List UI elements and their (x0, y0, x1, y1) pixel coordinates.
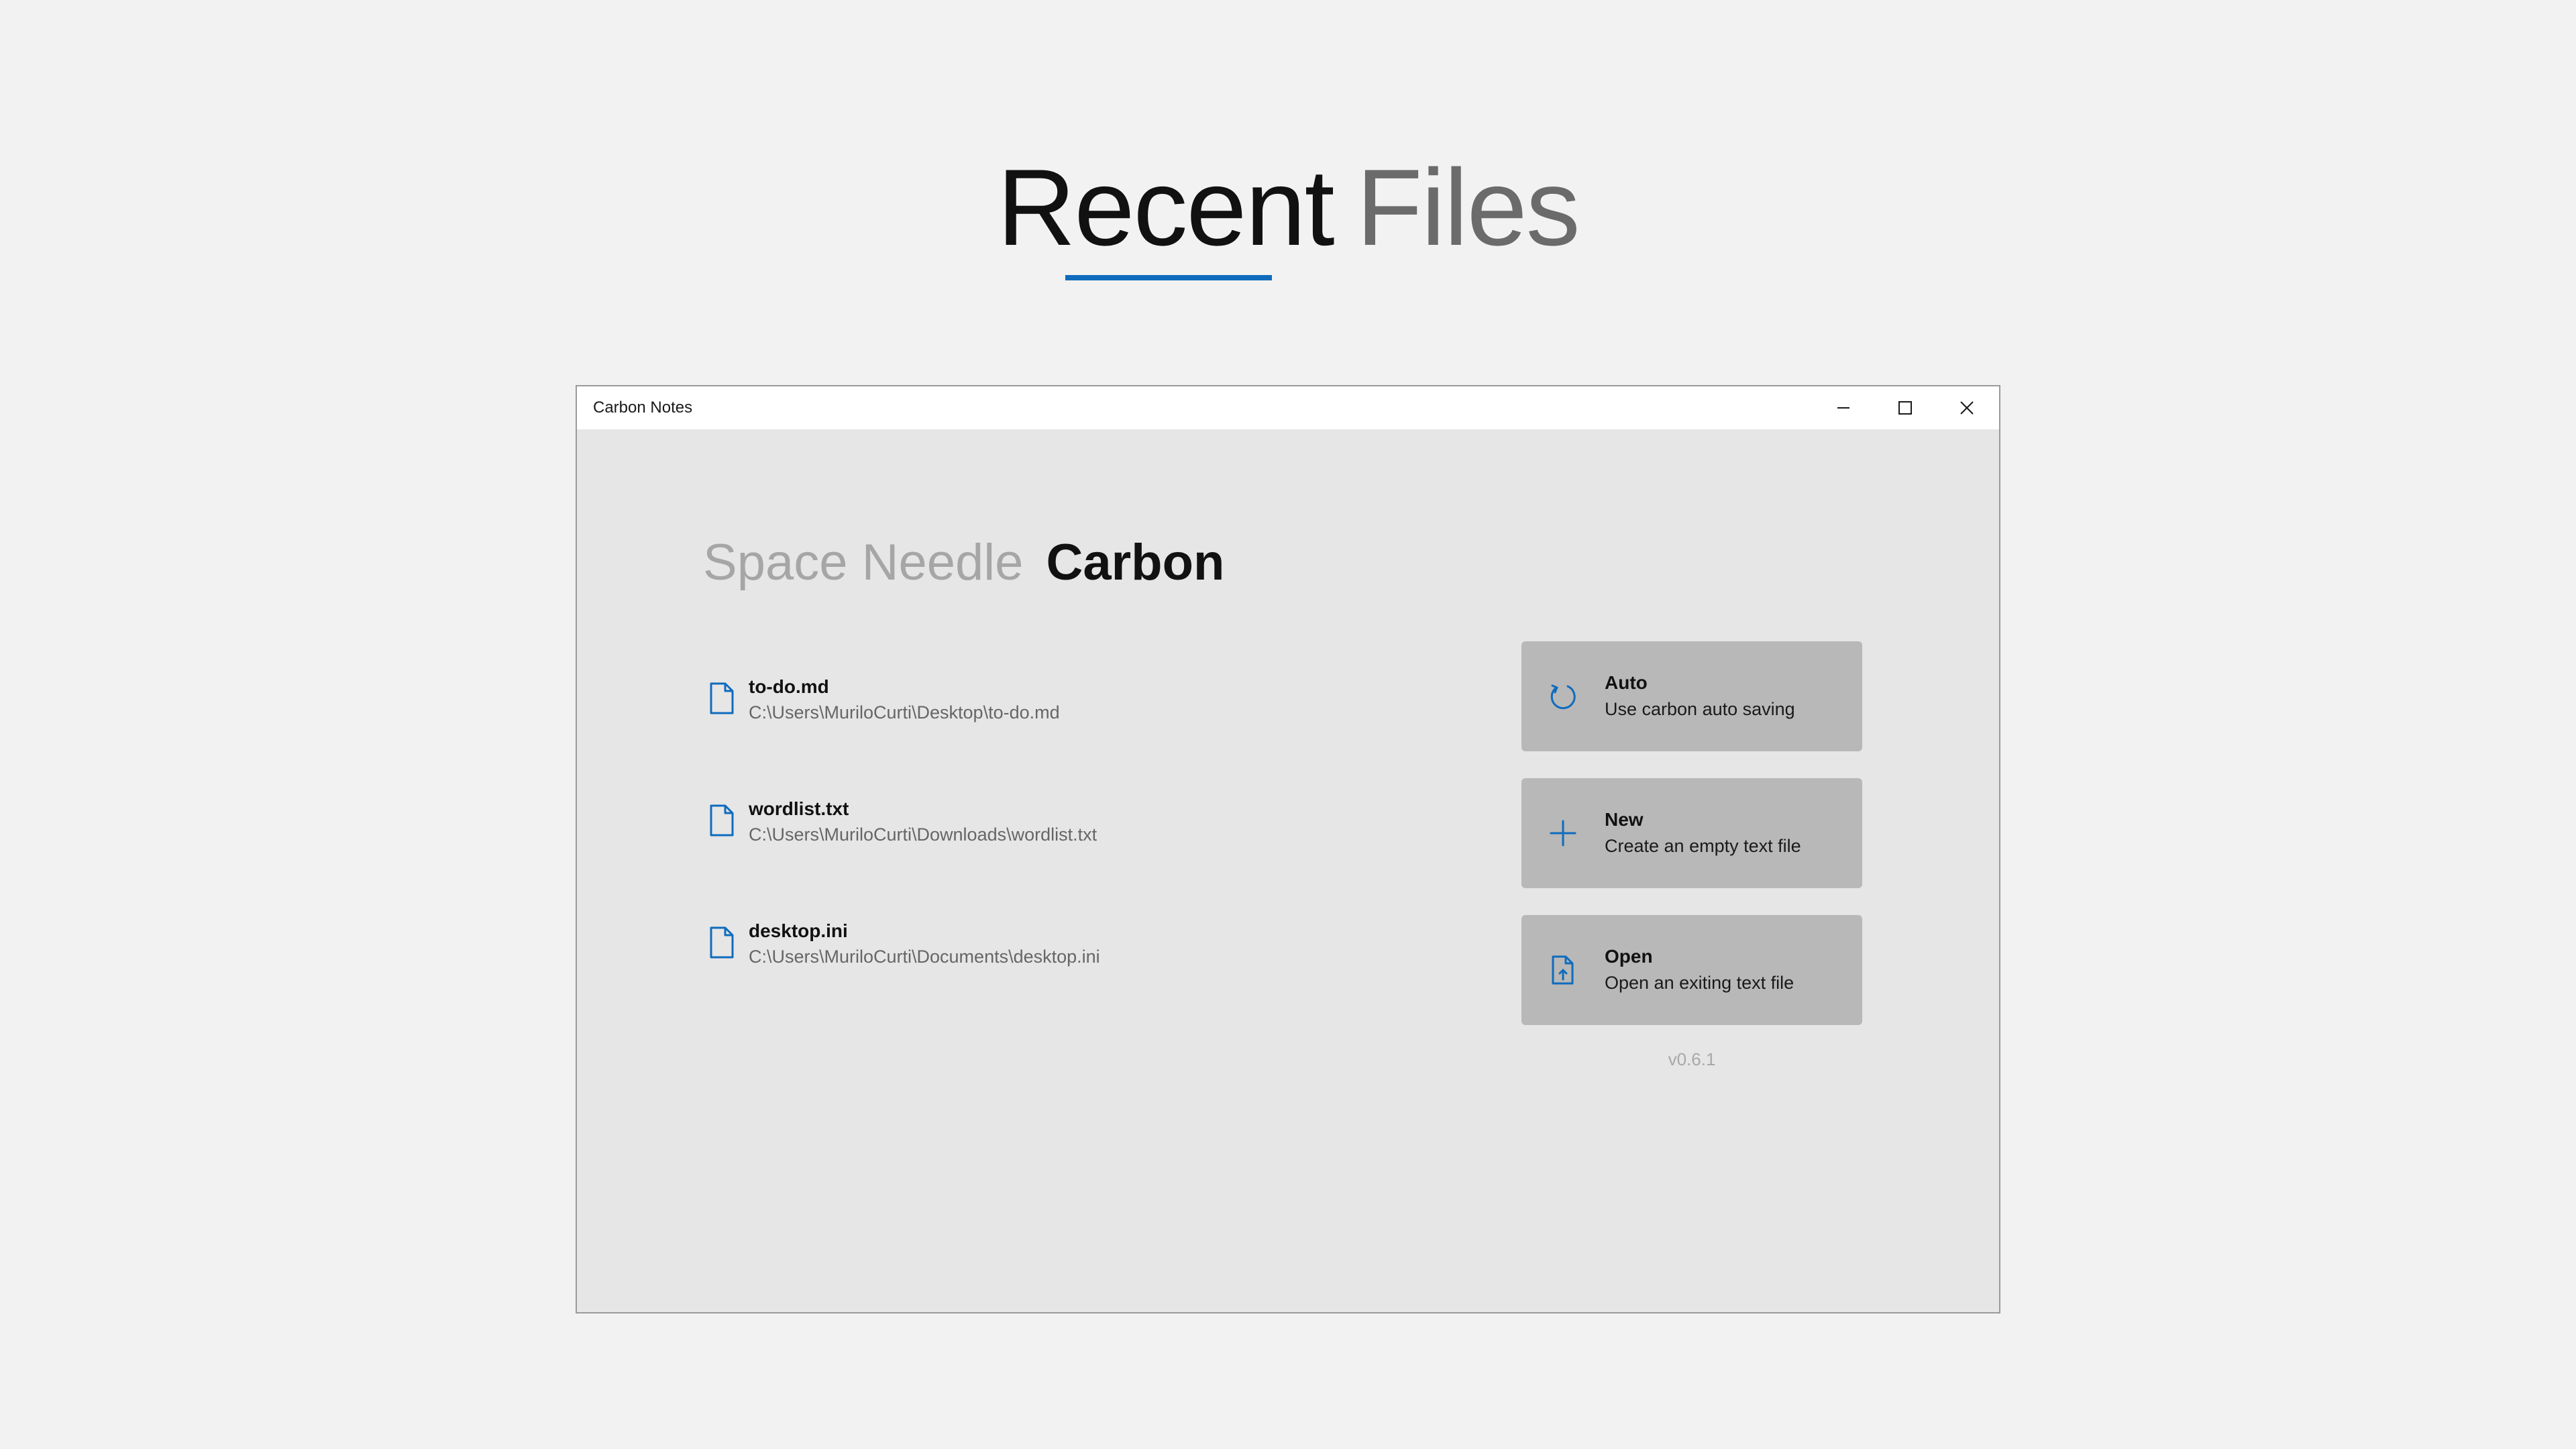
document-icon (710, 682, 734, 714)
maximize-icon (1898, 401, 1912, 415)
file-path: C:\Users\MuriloCurti\Documents\desktop.i… (749, 947, 1100, 967)
action-title: New (1605, 809, 1644, 830)
open-file-icon (1552, 955, 1574, 985)
refresh-icon (1550, 684, 1576, 710)
file-path: C:\Users\MuriloCurti\Desktop\to-do.md (749, 702, 1060, 722)
document-icon (710, 804, 734, 837)
window-title: Carbon Notes (593, 398, 693, 417)
recent-file-item[interactable]: desktop.ini C:\Users\MuriloCurti\Documen… (708, 920, 1312, 1006)
maximize-button[interactable] (1874, 386, 1936, 429)
plus-icon (1550, 820, 1576, 847)
action-description: Use carbon auto saving (1605, 699, 1795, 719)
heading-underline (1065, 275, 1272, 280)
app-brand: Space Needle Carbon (703, 533, 1224, 593)
close-icon (1960, 401, 1974, 415)
action-description: Open an exiting text file (1605, 973, 1794, 993)
action-description: Create an empty text file (1605, 836, 1801, 856)
version-label: v0.6.1 (1668, 1049, 1716, 1069)
auto-save-button[interactable]: Auto Use carbon auto saving (1521, 641, 1862, 751)
new-file-button[interactable]: New Create an empty text file (1521, 778, 1862, 888)
recent-file-item[interactable]: to-do.md C:\Users\MuriloCurti\Desktop\to… (708, 676, 1312, 762)
file-name: to-do.md (749, 676, 829, 697)
open-file-button[interactable]: Open Open an exiting text file (1521, 915, 1862, 1025)
file-path: C:\Users\MuriloCurti\Downloads\wordlist.… (749, 824, 1097, 845)
page-heading: Recent Files (0, 144, 2576, 272)
brand-subtitle: Space Needle (703, 534, 1024, 591)
minimize-button[interactable] (1813, 386, 1874, 429)
minimize-icon (1837, 407, 1849, 409)
title-bar[interactable]: Carbon Notes (577, 386, 1999, 429)
file-name: desktop.ini (749, 920, 848, 941)
close-button[interactable] (1936, 386, 1998, 429)
action-title: Auto (1605, 672, 1648, 693)
app-window: Carbon Notes Space NeedleCarbon to-do.m (576, 385, 2000, 1313)
heading-word-files: Files (1356, 147, 1580, 268)
brand-name: Carbon (1046, 534, 1225, 591)
heading-word-recent: Recent (997, 147, 1334, 268)
action-title: Open (1605, 946, 1653, 967)
file-name: wordlist.txt (749, 798, 849, 819)
document-icon (710, 926, 734, 959)
recent-file-item[interactable]: wordlist.txt C:\Users\MuriloCurti\Downlo… (708, 798, 1312, 884)
